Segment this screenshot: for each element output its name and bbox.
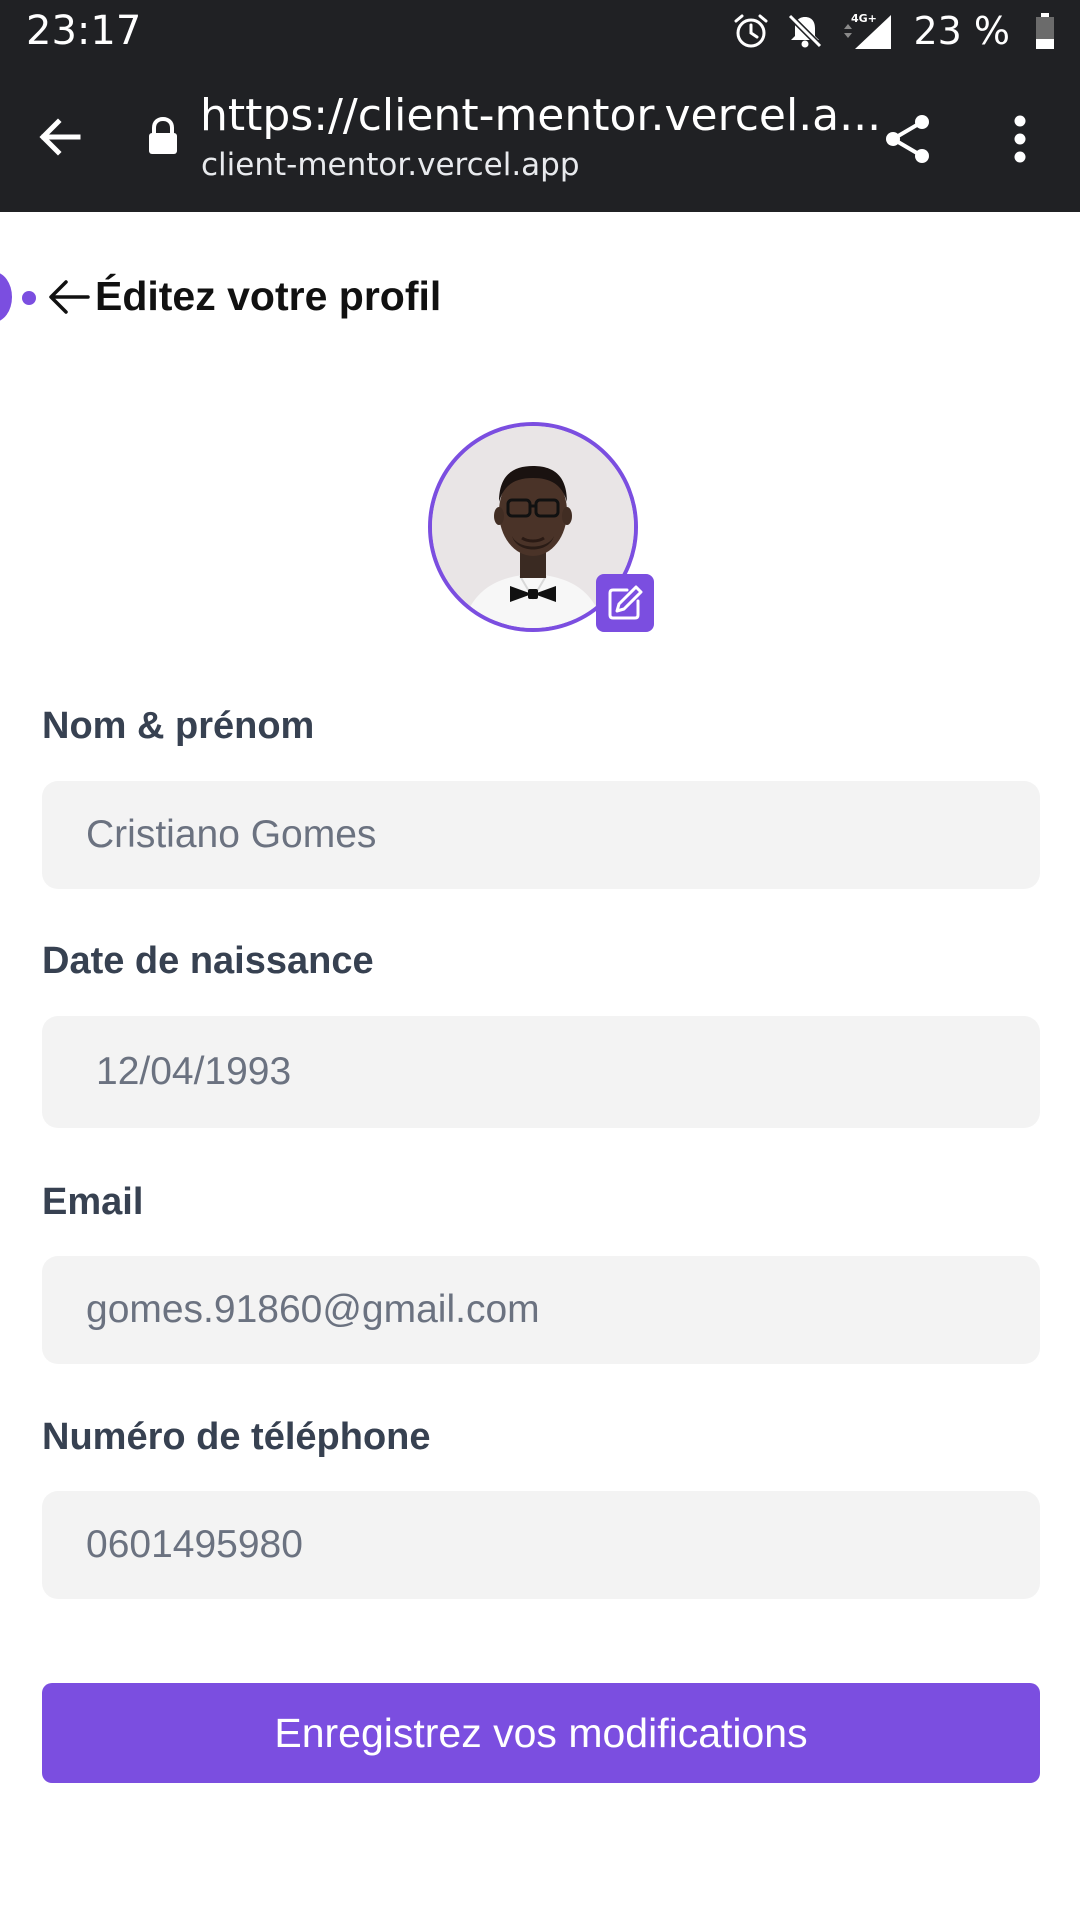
- battery-percent: 23 %: [913, 9, 1010, 53]
- share-button[interactable]: [876, 107, 940, 171]
- side-handle[interactable]: [0, 272, 12, 322]
- full-name-value: Cristiano Gomes: [86, 813, 377, 856]
- full-name-input[interactable]: Cristiano Gomes: [42, 781, 1040, 889]
- edit-avatar-button[interactable]: [596, 574, 654, 632]
- phone-label: Numéro de téléphone: [42, 1416, 431, 1458]
- status-bar: 23:17 4G+ 23 %: [0, 0, 1080, 62]
- phone-input[interactable]: 0601495980: [42, 1491, 1040, 1599]
- page-header: Éditez votre profil: [0, 262, 1080, 332]
- status-time: 23:17: [26, 8, 142, 54]
- save-button[interactable]: Enregistrez vos modifications: [42, 1683, 1040, 1783]
- network-type-label: 4G+: [851, 12, 877, 25]
- url-text[interactable]: https://client-mentor.vercel.a...: [200, 90, 881, 142]
- page-title: Éditez votre profil: [95, 273, 442, 319]
- email-value: gomes.91860@gmail.com: [86, 1288, 540, 1331]
- avatar-container: [428, 422, 654, 632]
- browser-toolbar: https://client-mentor.vercel.a... client…: [0, 62, 1080, 212]
- arrow-left-icon: [49, 280, 90, 314]
- notifications-off-icon: [785, 11, 825, 51]
- back-arrow-icon: [39, 118, 81, 156]
- url-domain: client-mentor.vercel.app: [201, 147, 580, 183]
- more-options-button[interactable]: [988, 107, 1052, 171]
- page-back-button[interactable]: [48, 272, 92, 322]
- full-name-label: Nom & prénom: [42, 705, 315, 747]
- email-input[interactable]: gomes.91860@gmail.com: [42, 1256, 1040, 1364]
- edit-icon: [608, 585, 643, 620]
- signal-icon: 4G+: [839, 11, 895, 51]
- phone-value: 0601495980: [86, 1523, 303, 1566]
- birth-date-label: Date de naissance: [42, 940, 374, 982]
- birth-date-input[interactable]: 12/04/1993: [42, 1016, 1040, 1128]
- birth-date-value: 12/04/1993: [96, 1050, 292, 1093]
- status-icons: 4G+ 23 %: [717, 6, 1056, 56]
- email-label: Email: [42, 1181, 144, 1223]
- alarm-icon: [731, 11, 771, 51]
- indicator-dot: [22, 291, 36, 305]
- lock-icon: [146, 116, 180, 161]
- share-icon: [886, 115, 929, 163]
- browser-back-button[interactable]: [30, 107, 90, 167]
- more-vert-icon: [1014, 115, 1026, 163]
- battery-icon: [1034, 11, 1056, 51]
